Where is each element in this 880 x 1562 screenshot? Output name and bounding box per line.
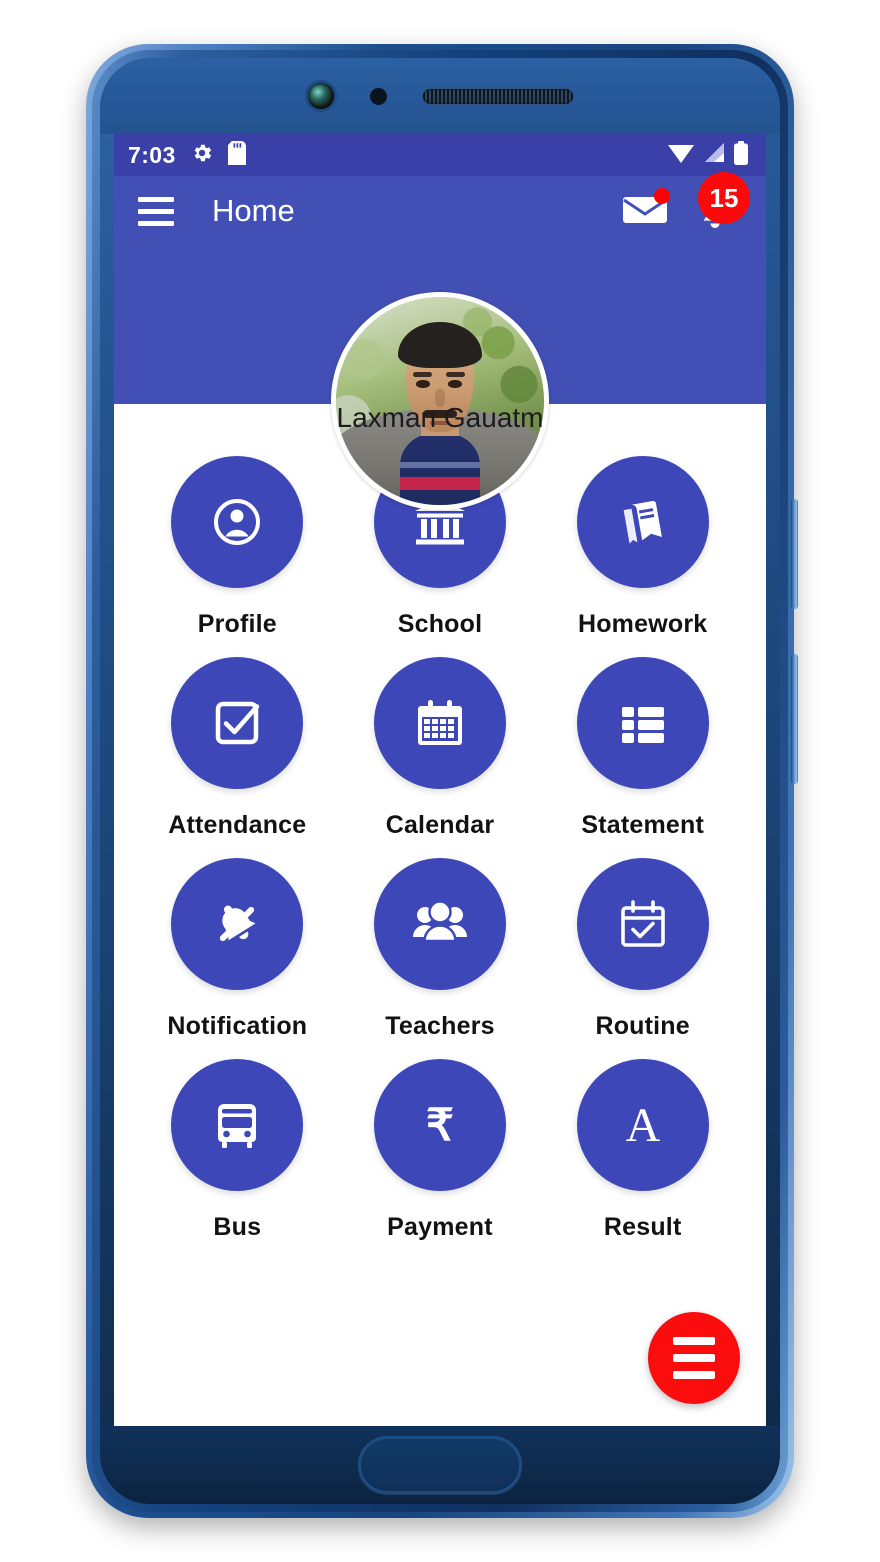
unread-dot-badge <box>654 188 670 204</box>
notifications-button[interactable]: 15 <box>690 172 750 236</box>
avatar-shirt <box>400 434 480 505</box>
tile-label: Homework <box>577 610 708 638</box>
calendar-icon <box>411 694 469 752</box>
tile-calendar[interactable]: Calendar <box>339 657 542 840</box>
avatar-shirt-stripe <box>400 461 480 468</box>
volume-button[interactable] <box>791 499 798 609</box>
front-camera-icon <box>307 83 334 109</box>
tile-routine[interactable]: Routine <box>541 858 744 1041</box>
tile-icon-circle <box>171 657 304 789</box>
tile-icon-circle: ₹ <box>373 1059 506 1191</box>
notification-count-badge: 15 <box>698 172 750 224</box>
menu-grid: Profile School Homework Attendance Calen… <box>114 404 766 1242</box>
tile-attendance[interactable]: Attendance <box>136 657 339 840</box>
tile-label: Result <box>603 1213 682 1241</box>
tile-label: Profile <box>197 610 277 638</box>
tile-icon-circle <box>576 858 709 990</box>
tile-bus[interactable]: Bus <box>136 1059 339 1242</box>
signal-icon <box>702 142 726 169</box>
tile-label: Teachers <box>385 1012 495 1040</box>
home-button[interactable] <box>358 1436 522 1494</box>
messages-button[interactable] <box>622 188 672 233</box>
svg-text:₹: ₹ <box>426 1101 454 1150</box>
power-button[interactable] <box>791 654 798 784</box>
list-view-icon <box>614 694 672 752</box>
tile-icon-circle <box>171 858 304 990</box>
profile-banner <box>114 246 766 510</box>
avatar-eyebrow <box>412 371 432 378</box>
tile-label: Routine <box>595 1012 690 1040</box>
status-bar-right <box>668 140 748 170</box>
avatar-eyebrow <box>446 371 465 378</box>
tile-icon-circle <box>576 657 709 789</box>
phone-screen: 7:03 Home 15 Laxman Gauatm Profile Schoo… <box>114 134 766 1426</box>
earpiece-speaker <box>422 88 573 104</box>
tile-label: Calendar <box>385 811 495 839</box>
hamburger-line <box>138 220 174 226</box>
top-bezel <box>100 58 780 134</box>
proximity-sensor-icon <box>369 87 387 105</box>
tile-teachers[interactable]: Teachers <box>339 858 542 1041</box>
gear-icon <box>190 141 214 170</box>
tile-notification[interactable]: Notification <box>136 858 339 1041</box>
tile-payment[interactable]: ₹ Payment <box>339 1059 542 1242</box>
avatar-eye <box>448 380 462 388</box>
tile-label: Payment <box>387 1213 493 1241</box>
menu-lines-icon <box>673 1354 715 1362</box>
tile-label: Notification <box>167 1012 308 1040</box>
tile-icon-circle <box>373 858 506 990</box>
sd-card-icon <box>227 140 246 170</box>
tile-label: Bus <box>213 1213 262 1241</box>
user-circle-icon <box>206 491 268 553</box>
tile-icon-circle: A <box>576 1059 709 1191</box>
avatar-eye <box>416 380 430 388</box>
status-time: 7:03 <box>128 141 176 168</box>
tile-icon-circle <box>171 1059 304 1191</box>
tile-icon-circle <box>373 657 506 789</box>
wifi-icon <box>668 142 694 169</box>
tile-label: Statement <box>581 811 704 839</box>
tile-profile[interactable]: Profile <box>136 456 339 639</box>
app-bar-actions: 15 <box>622 172 750 236</box>
status-bar: 7:03 <box>114 134 766 176</box>
tile-label: Attendance <box>168 811 307 839</box>
tile-statement[interactable]: Statement <box>541 657 744 840</box>
bus-icon <box>208 1096 266 1154</box>
hamburger-icon[interactable] <box>138 196 174 226</box>
floating-action-button[interactable] <box>648 1312 740 1404</box>
tile-icon-circle <box>171 456 304 588</box>
phone-body: 7:03 Home 15 Laxman Gauatm Profile Schoo… <box>100 58 780 1504</box>
calendar-check-icon <box>614 895 672 953</box>
menu-lines-icon <box>673 1371 715 1379</box>
profile-name: Laxman Gauatm <box>336 402 544 433</box>
tile-homework[interactable]: Homework <box>541 456 744 639</box>
tile-icon-circle <box>576 456 709 588</box>
menu-lines-icon <box>673 1337 715 1345</box>
bottom-bezel <box>100 1426 780 1504</box>
hamburger-line <box>138 208 174 214</box>
phone-frame: 7:03 Home 15 Laxman Gauatm Profile Schoo… <box>86 44 798 1518</box>
page-title: Home <box>212 193 295 228</box>
avatar-shirt-stripe <box>400 477 480 491</box>
avatar[interactable] <box>331 292 549 510</box>
battery-icon <box>734 140 748 170</box>
app-bar: Home 15 <box>114 172 766 246</box>
rupee-icon: ₹ <box>411 1096 469 1154</box>
checkbox-check-icon <box>207 693 267 753</box>
people-group-icon <box>410 895 470 953</box>
svg-text:A: A <box>625 1099 660 1152</box>
status-bar-left: 7:03 <box>128 140 246 170</box>
hamburger-line <box>138 196 174 202</box>
tile-result[interactable]: A Result <box>541 1059 744 1242</box>
bell-off-icon <box>208 895 266 953</box>
book-icon <box>614 493 672 551</box>
tile-label: School <box>397 610 483 638</box>
letter-a-icon: A <box>614 1096 672 1154</box>
